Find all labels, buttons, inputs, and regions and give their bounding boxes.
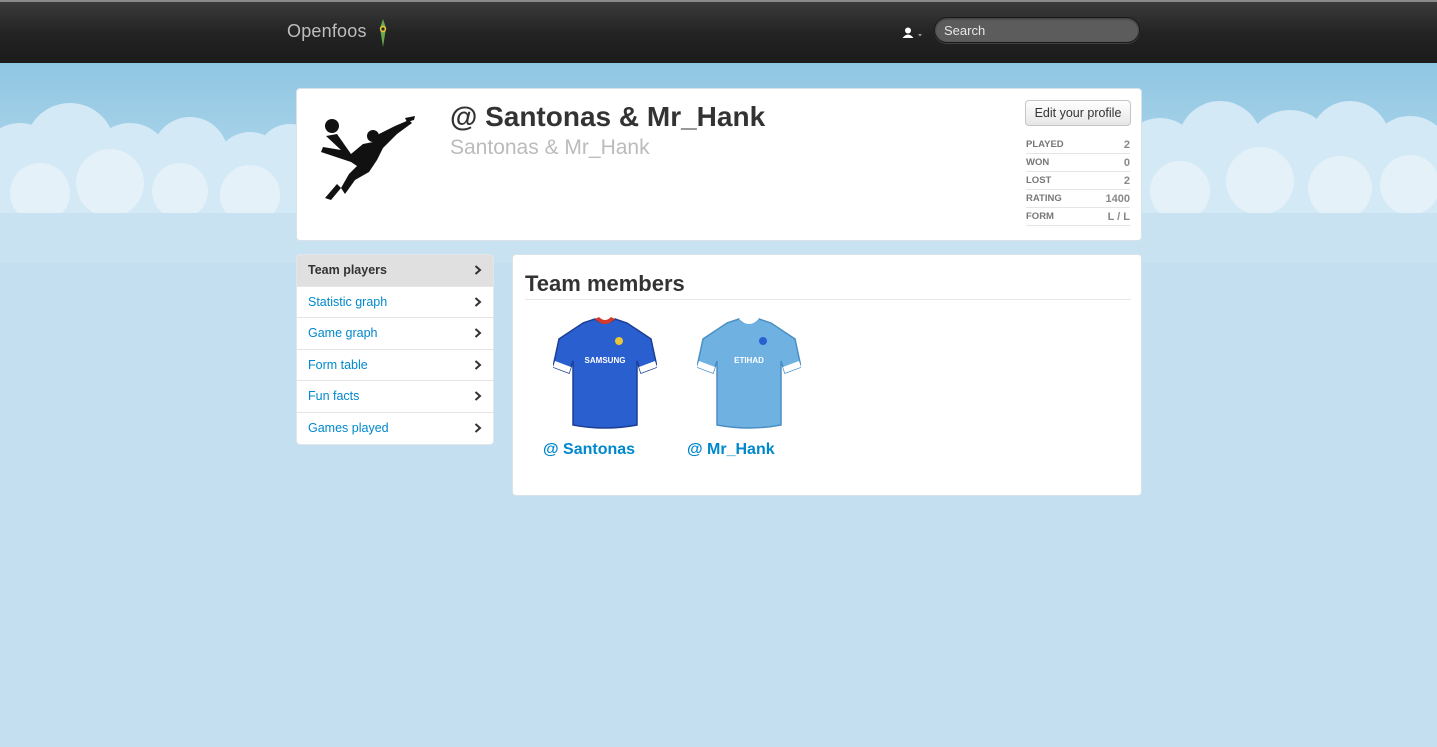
brand-link[interactable]: Openfoos (287, 21, 367, 42)
sidebar-item-game-graph[interactable]: Game graph (297, 318, 493, 350)
profile-card: @ Santonas & Mr_Hank Santonas & Mr_Hank … (296, 88, 1142, 241)
stat-value: 0 (1123, 156, 1130, 169)
shirt-sponsor-text: ETIHAD (734, 356, 764, 365)
chevron-right-icon (474, 360, 482, 370)
stat-row-rating: RATING 1400 (1026, 190, 1130, 208)
stat-value: 2 (1123, 138, 1130, 151)
top-navbar: Openfoos (0, 0, 1437, 63)
stat-label: WON (1026, 157, 1050, 168)
sidebar-item-label: Team players (308, 263, 387, 278)
stat-value: 2 (1123, 174, 1130, 187)
sidebar-item-label: Form table (308, 357, 368, 372)
chevron-right-icon (474, 391, 482, 401)
divider (525, 299, 1131, 300)
stats-table: PLAYED 2 WON 0 LOST 2 RATING 1400 FORM L… (1026, 136, 1130, 226)
sidebar-item-label: Games played (308, 421, 389, 436)
stat-label: FORM (1026, 211, 1054, 222)
stat-row-won: WON 0 (1026, 154, 1130, 172)
edit-profile-button[interactable]: Edit your profile (1025, 100, 1131, 126)
section-title: Team members (525, 271, 685, 296)
sidebar-item-statistic-graph[interactable]: Statistic graph (297, 287, 493, 318)
chevron-right-icon (474, 328, 482, 338)
stat-row-form: FORM L / L (1026, 208, 1130, 226)
sidebar-item-team-players[interactable]: Team players (297, 255, 493, 287)
member-link-mr-hank[interactable]: @ Mr_Hank (687, 441, 775, 459)
player-silhouette-avatar (321, 116, 415, 200)
sidebar-item-fun-facts[interactable]: Fun facts (297, 381, 493, 413)
jersey-icon[interactable]: SAMSUNG (553, 317, 657, 429)
stat-value: L / L (1107, 210, 1130, 223)
profile-title: @ Santonas & Mr_Hank (450, 101, 766, 132)
sidebar-item-form-table[interactable]: Form table (297, 350, 493, 381)
search-input[interactable] (934, 17, 1140, 43)
shirt-sponsor-text: SAMSUNG (585, 356, 626, 365)
chevron-right-icon (474, 265, 482, 275)
stat-label: PLAYED (1026, 139, 1064, 150)
stat-label: RATING (1026, 193, 1062, 204)
sidebar-item-label: Fun facts (308, 389, 360, 404)
chevron-right-icon (474, 423, 482, 433)
stat-label: LOST (1026, 175, 1052, 186)
sidebar-item-label: Statistic graph (308, 294, 388, 309)
stat-row-played: PLAYED 2 (1026, 136, 1130, 154)
openfoos-logo-icon[interactable] (374, 18, 392, 48)
stat-value: 1400 (1105, 192, 1130, 205)
chevron-right-icon (474, 297, 482, 307)
user-icon[interactable] (902, 26, 926, 42)
member-link-santonas[interactable]: @ Santonas (543, 441, 635, 459)
team-members-card: Team members SAMSUNG @ Santonas ETIHAD @… (512, 254, 1142, 496)
sidebar-item-games-played[interactable]: Games played (297, 413, 493, 445)
stat-row-lost: LOST 2 (1026, 172, 1130, 190)
sidebar-nav: Team players Statistic graph Game graph … (296, 254, 494, 445)
profile-subtitle: Santonas & Mr_Hank (450, 136, 650, 159)
sidebar-item-label: Game graph (308, 326, 378, 341)
jersey-icon[interactable]: ETIHAD (697, 317, 801, 429)
